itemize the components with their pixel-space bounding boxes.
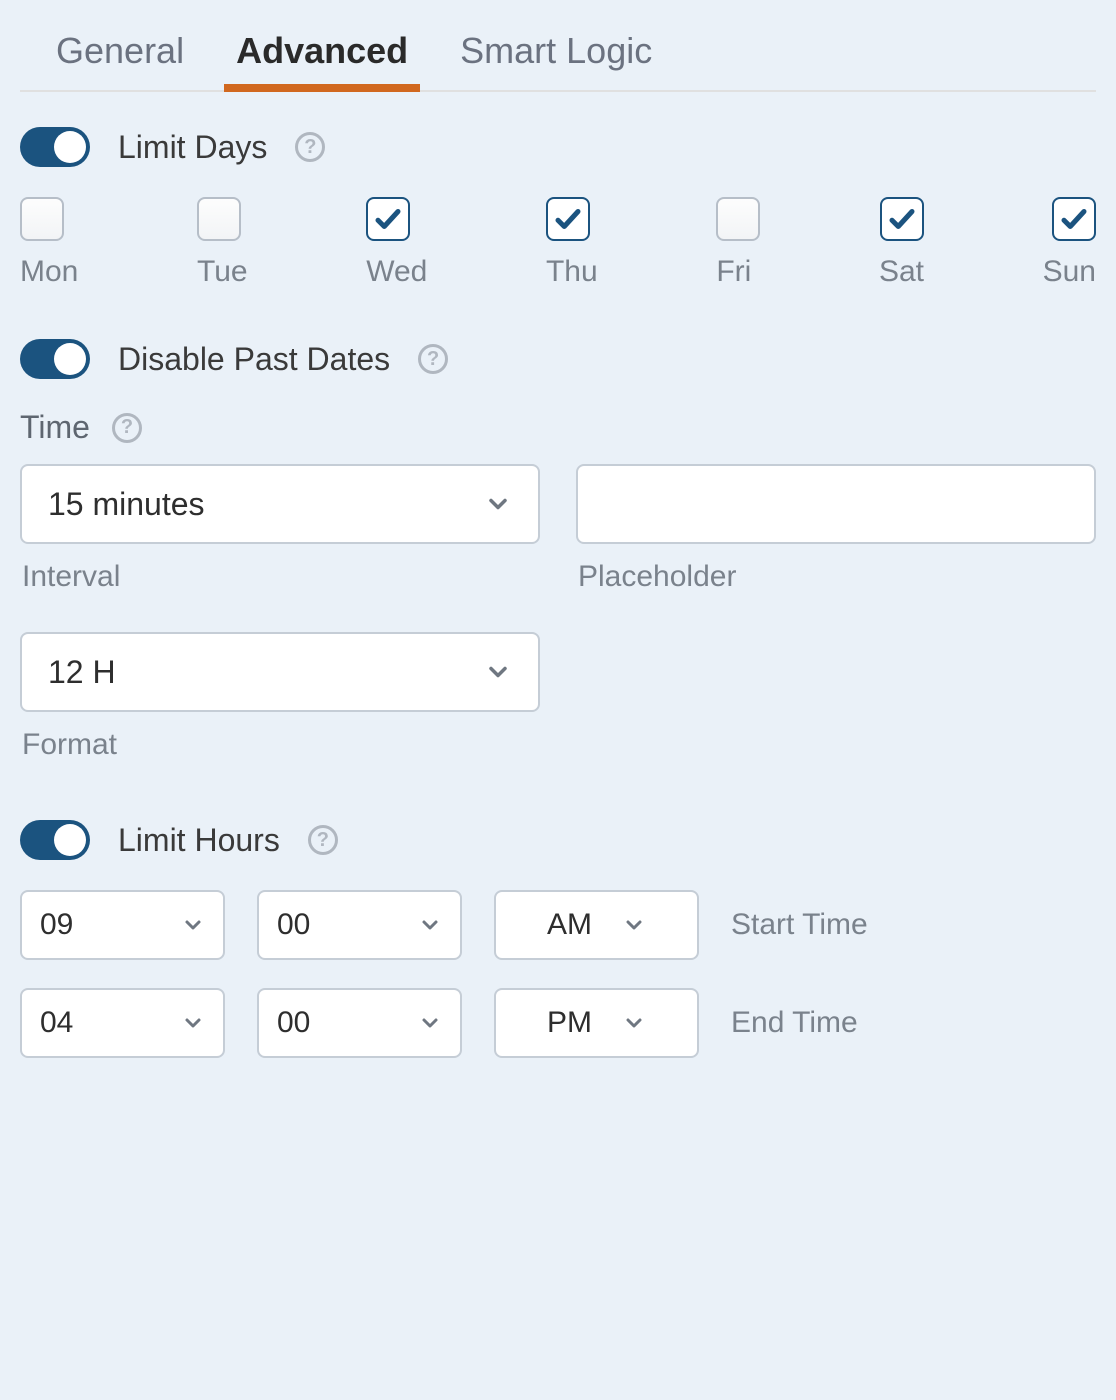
checkbox-tue[interactable] xyxy=(197,197,241,241)
end-hour-select[interactable]: 04 xyxy=(20,988,225,1058)
chevron-down-icon xyxy=(622,1011,646,1035)
limit-days-toggle[interactable] xyxy=(20,127,90,167)
time-heading: Time ? xyxy=(20,409,1096,446)
end-hour-value: 04 xyxy=(40,1006,73,1040)
chevron-down-icon xyxy=(418,913,442,937)
tab-general[interactable]: General xyxy=(50,20,190,90)
tab-smart-logic[interactable]: Smart Logic xyxy=(454,20,658,90)
chevron-down-icon xyxy=(622,913,646,937)
day-sun: Sun xyxy=(1043,197,1096,289)
limit-hours-label: Limit Hours xyxy=(118,822,280,859)
check-icon xyxy=(887,204,917,234)
help-icon[interactable]: ? xyxy=(418,344,448,374)
day-label-fri: Fri xyxy=(716,255,751,289)
day-tue: Tue xyxy=(197,197,248,289)
disable-past-toggle[interactable] xyxy=(20,339,90,379)
start-ampm-value: AM xyxy=(547,908,592,942)
day-sat: Sat xyxy=(879,197,924,289)
checkbox-mon[interactable] xyxy=(20,197,64,241)
check-icon xyxy=(553,204,583,234)
tab-advanced[interactable]: Advanced xyxy=(230,20,414,90)
chevron-down-icon xyxy=(418,1011,442,1035)
limit-days-label: Limit Days xyxy=(118,129,267,166)
end-ampm-select[interactable]: PM xyxy=(494,988,699,1058)
limit-hours-row: Limit Hours ? xyxy=(20,820,1096,860)
checkbox-wed[interactable] xyxy=(366,197,410,241)
day-thu: Thu xyxy=(546,197,598,289)
start-hour-select[interactable]: 09 xyxy=(20,890,225,960)
start-time-row: 09 00 AM Start Time xyxy=(20,890,1096,960)
day-label-wed: Wed xyxy=(366,255,427,289)
day-fri: Fri xyxy=(716,197,760,289)
end-minute-value: 00 xyxy=(277,1006,310,1040)
interval-caption: Interval xyxy=(22,560,540,594)
placeholder-input[interactable] xyxy=(576,464,1096,544)
day-label-sun: Sun xyxy=(1043,255,1096,289)
format-value: 12 H xyxy=(48,654,116,691)
day-mon: Mon xyxy=(20,197,78,289)
interval-value: 15 minutes xyxy=(48,486,205,523)
format-caption: Format xyxy=(22,728,540,762)
start-time-label: Start Time xyxy=(731,908,1096,942)
chevron-down-icon xyxy=(181,1011,205,1035)
check-icon xyxy=(1059,204,1089,234)
tab-bar: General Advanced Smart Logic xyxy=(20,20,1096,92)
start-ampm-select[interactable]: AM xyxy=(494,890,699,960)
checkbox-thu[interactable] xyxy=(546,197,590,241)
checkbox-sun[interactable] xyxy=(1052,197,1096,241)
checkbox-sat[interactable] xyxy=(880,197,924,241)
end-time-label: End Time xyxy=(731,1006,1096,1040)
help-icon[interactable]: ? xyxy=(112,413,142,443)
end-ampm-value: PM xyxy=(547,1006,592,1040)
help-icon[interactable]: ? xyxy=(308,825,338,855)
limit-hours-toggle[interactable] xyxy=(20,820,90,860)
days-selector: Mon Tue Wed Thu Fri Sat Sun xyxy=(20,197,1096,289)
chevron-down-icon xyxy=(484,490,512,518)
chevron-down-icon xyxy=(181,913,205,937)
start-minute-value: 00 xyxy=(277,908,310,942)
day-label-sat: Sat xyxy=(879,255,924,289)
day-wed: Wed xyxy=(366,197,427,289)
day-label-thu: Thu xyxy=(546,255,598,289)
start-hour-value: 09 xyxy=(40,908,73,942)
interval-select[interactable]: 15 minutes xyxy=(20,464,540,544)
disable-past-label: Disable Past Dates xyxy=(118,341,390,378)
check-icon xyxy=(373,204,403,234)
help-icon[interactable]: ? xyxy=(295,132,325,162)
limit-days-row: Limit Days ? xyxy=(20,127,1096,167)
format-select[interactable]: 12 H xyxy=(20,632,540,712)
disable-past-row: Disable Past Dates ? xyxy=(20,339,1096,379)
start-minute-select[interactable]: 00 xyxy=(257,890,462,960)
placeholder-caption: Placeholder xyxy=(578,560,1096,594)
day-label-mon: Mon xyxy=(20,255,78,289)
checkbox-fri[interactable] xyxy=(716,197,760,241)
time-heading-label: Time xyxy=(20,409,90,446)
chevron-down-icon xyxy=(484,658,512,686)
end-time-row: 04 00 PM End Time xyxy=(20,988,1096,1058)
day-label-tue: Tue xyxy=(197,255,248,289)
end-minute-select[interactable]: 00 xyxy=(257,988,462,1058)
